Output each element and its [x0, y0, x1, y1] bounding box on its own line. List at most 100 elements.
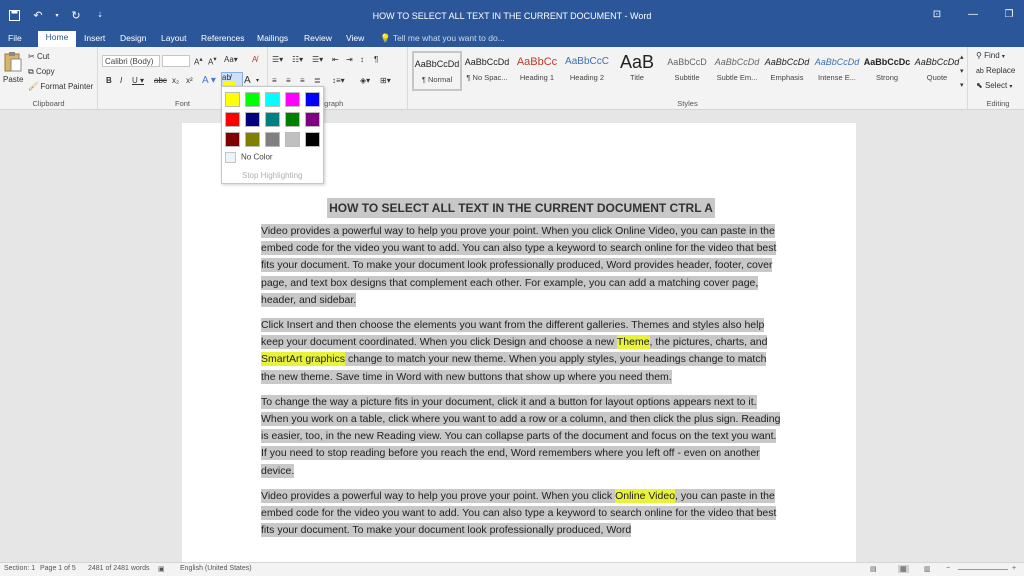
copy-button[interactable]: ⧉ Copy [28, 67, 55, 77]
bold-icon[interactable]: B [106, 76, 112, 85]
align-right-icon[interactable]: ≡ [300, 76, 305, 85]
highlight-color-swatch[interactable] [285, 92, 300, 107]
paragraph-1[interactable]: Video provides a powerful way to help yo… [261, 223, 781, 309]
zoom-in-icon[interactable]: + [1012, 565, 1016, 572]
bullets-icon[interactable]: ☰▾ [272, 55, 283, 64]
paragraph-4[interactable]: Video provides a powerful way to help yo… [261, 488, 781, 540]
highlight-color-swatch[interactable] [265, 112, 280, 127]
paragraph-3[interactable]: To change the way a picture fits in your… [261, 394, 781, 480]
tab-layout[interactable]: Layout [157, 32, 191, 47]
tab-design[interactable]: Design [116, 32, 150, 47]
numbering-icon[interactable]: ☷▾ [292, 55, 303, 64]
tab-review[interactable]: Review [300, 32, 336, 47]
align-center-icon[interactable]: ≡ [286, 76, 291, 85]
align-left-icon[interactable]: ≡ [272, 76, 277, 85]
font-color-dropdown-icon[interactable]: ▾ [256, 77, 259, 84]
style-emphasis[interactable]: AaBbCcDd Emphasis [762, 51, 812, 91]
stop-highlighting-option[interactable]: Stop Highlighting [242, 171, 302, 180]
highlight-color-swatch[interactable] [265, 132, 280, 147]
styles-scroll-up-icon[interactable]: ▴ [960, 53, 964, 61]
change-case-icon[interactable]: Aa▾ [224, 55, 238, 64]
grow-font-icon[interactable]: A▴ [194, 55, 203, 67]
document-page[interactable]: HOW TO SELECT ALL TEXT IN THE CURRENT DO… [182, 123, 856, 566]
highlight-color-swatch[interactable] [245, 112, 260, 127]
style-strong[interactable]: AaBbCcDc Strong [862, 51, 912, 91]
highlight-color-swatch[interactable] [305, 132, 320, 147]
tab-insert[interactable]: Insert [80, 32, 109, 47]
strikethrough-icon[interactable]: abc [154, 76, 167, 85]
read-mode-icon[interactable]: ▤ [870, 565, 877, 573]
format-painter-button[interactable]: 🖌 Format Painter [28, 82, 93, 91]
paste-button[interactable]: Paste [3, 51, 23, 84]
subscript-icon[interactable]: x₂ [172, 76, 179, 85]
highlight-color-swatch[interactable] [285, 112, 300, 127]
paragraph-2[interactable]: Click Insert and then choose the element… [261, 317, 781, 386]
editing-group: ⚲ Find ▾ ab Replace ⬉ Select ▾ Editing [972, 47, 1024, 110]
zoom-out-icon[interactable]: − [946, 565, 950, 572]
select-button[interactable]: ⬉ Select ▾ [976, 81, 1012, 90]
ribbon-display-options-icon[interactable]: ⊡ [928, 6, 946, 22]
style-subtle-emphasis[interactable]: AaBbCcDd Subtle Em... [712, 51, 762, 91]
tab-references[interactable]: References [197, 32, 248, 47]
find-button[interactable]: ⚲ Find ▾ [976, 51, 1005, 60]
highlight-color-swatch[interactable] [305, 112, 320, 127]
clear-formatting-icon[interactable]: A̸ [252, 55, 257, 64]
text-highlight-color-button[interactable]: ab̸ [221, 72, 243, 87]
no-color-option[interactable]: No Color [225, 152, 273, 163]
status-word-count[interactable]: 2481 of 2481 words [88, 565, 150, 572]
line-spacing-icon[interactable]: ↕≡▾ [332, 76, 345, 85]
status-page[interactable]: Page 1 of 5 [40, 565, 76, 572]
highlight-color-swatch[interactable] [305, 92, 320, 107]
highlight-color-swatch[interactable] [225, 112, 240, 127]
styles-scroll-down-icon[interactable]: ▾ [960, 67, 964, 75]
shrink-font-icon[interactable]: A▾ [208, 55, 217, 67]
tab-file[interactable]: File [4, 32, 26, 47]
sort-icon[interactable]: ↕ [360, 55, 364, 64]
web-layout-icon[interactable]: ▥ [924, 565, 931, 573]
style-quote[interactable]: AaBbCcDd Quote [912, 51, 962, 91]
styles-more-icon[interactable]: ▾ [960, 81, 964, 89]
style-no-spacing[interactable]: AaBbCcDd ¶ No Spac... [462, 51, 512, 91]
shading-icon[interactable]: ◈▾ [360, 76, 370, 85]
highlight-color-swatch[interactable] [265, 92, 280, 107]
tab-home[interactable]: Home [38, 31, 76, 47]
proofing-icon[interactable]: ▣ [158, 565, 165, 573]
increase-indent-icon[interactable]: ⇥ [346, 55, 353, 64]
font-color-icon[interactable]: A [244, 75, 253, 91]
font-name-select[interactable]: Calibri (Body) [102, 55, 160, 67]
borders-icon[interactable]: ⊞▾ [380, 76, 391, 85]
tab-mailings[interactable]: Mailings [253, 32, 292, 47]
print-layout-icon[interactable]: ▦ [898, 565, 909, 573]
style-normal[interactable]: AaBbCcDd ¶ Normal [412, 51, 462, 91]
document-content[interactable]: HOW TO SELECT ALL TEXT IN THE CURRENT DO… [261, 198, 781, 547]
tell-me-box[interactable]: 💡 Tell me what you want to do... [380, 33, 505, 44]
italic-icon[interactable]: I [120, 76, 122, 85]
highlight-color-swatch[interactable] [285, 132, 300, 147]
style-intense-emphasis[interactable]: AaBbCcDd Intense E... [812, 51, 862, 91]
decrease-indent-icon[interactable]: ⇤ [332, 55, 339, 64]
highlight-color-swatch[interactable] [245, 92, 260, 107]
highlight-color-swatch[interactable] [245, 132, 260, 147]
highlight-color-swatch[interactable] [225, 92, 240, 107]
style-subtitle[interactable]: AaBbCcD Subtitle [662, 51, 712, 91]
text-effects-icon[interactable]: A ▾ [202, 75, 216, 86]
style-heading-2[interactable]: AaBbCcC Heading 2 [562, 51, 612, 91]
style-heading-1[interactable]: AaBbCc Heading 1 [512, 51, 562, 91]
show-formatting-icon[interactable]: ¶ [374, 55, 378, 64]
highlight-color-swatch[interactable] [225, 132, 240, 147]
underline-icon[interactable]: U ▾ [132, 76, 144, 85]
superscript-icon[interactable]: x² [186, 76, 193, 85]
justify-icon[interactable]: ≣ [314, 76, 321, 85]
style-title[interactable]: AaB Title [612, 51, 662, 91]
restore-icon[interactable]: ❐ [1000, 6, 1018, 22]
zoom-slider[interactable] [958, 569, 1008, 570]
minimize-icon[interactable]: — [964, 6, 982, 22]
font-size-select[interactable] [162, 55, 190, 67]
cut-button[interactable]: ✂ Cut [28, 52, 49, 61]
status-section[interactable]: Section: 1 [4, 565, 35, 572]
multilevel-list-icon[interactable]: ☰▾ [312, 55, 323, 64]
document-heading[interactable]: HOW TO SELECT ALL TEXT IN THE CURRENT DO… [261, 198, 781, 218]
tab-view[interactable]: View [342, 32, 368, 47]
replace-button[interactable]: ab Replace [976, 66, 1015, 75]
status-language[interactable]: English (United States) [180, 565, 252, 572]
